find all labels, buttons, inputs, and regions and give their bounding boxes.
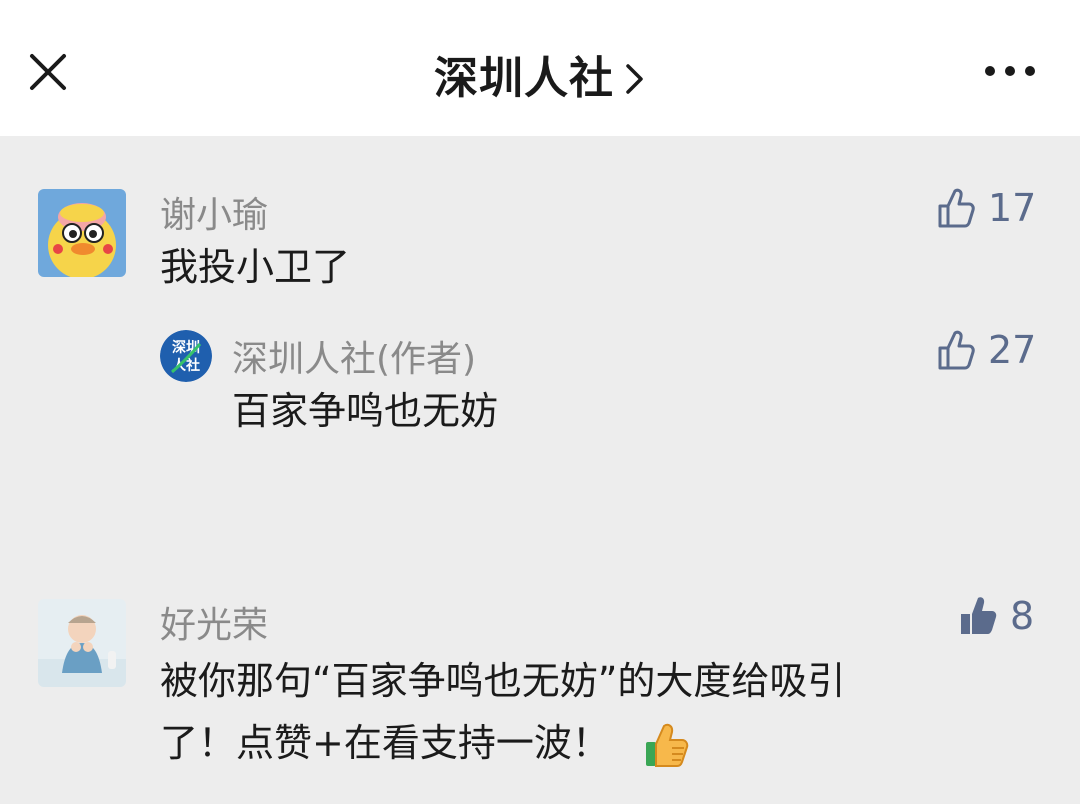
author-avatar[interactable]: 深圳 人社 — [160, 330, 212, 382]
comment-author: 谢小瑜 — [160, 195, 269, 236]
comment-text: 我投小卫了 — [160, 245, 351, 289]
avatar[interactable] — [38, 189, 126, 277]
thumbs-up-outline-icon — [938, 188, 975, 228]
like-count: 8 — [1010, 594, 1035, 638]
reply-like-count: 27 — [988, 328, 1037, 372]
thumbs-up-emoji-icon — [645, 723, 689, 767]
like-button-liked[interactable]: 8 — [958, 592, 1034, 640]
comment-text-line2-body: 了！点赞+在看支持一波！ — [160, 721, 610, 765]
like-button[interactable]: 17 — [936, 184, 1036, 232]
reply-like-button[interactable]: 27 — [936, 326, 1036, 374]
avatar[interactable] — [38, 599, 126, 687]
comment-author: 好光荣 — [160, 605, 269, 646]
comment-item: 谢小瑜 我投小卫了 17 深圳 人社 深圳人社(作者) 百家争鸣也无妨 27 — [0, 0, 1080, 460]
reply-author: 深圳人社(作者) — [232, 339, 477, 380]
comment-text-line2: 了！点赞+在看支持一波！ — [160, 714, 694, 772]
comment-text-line1: 被你那句“百家争鸣也无妨”的大度给吸引 — [160, 659, 846, 703]
reply-text: 百家争鸣也无妨 — [232, 389, 499, 433]
thumbs-up-outline-icon — [938, 330, 975, 370]
thumbs-up-filled-icon — [961, 597, 997, 634]
like-count: 17 — [988, 186, 1037, 230]
